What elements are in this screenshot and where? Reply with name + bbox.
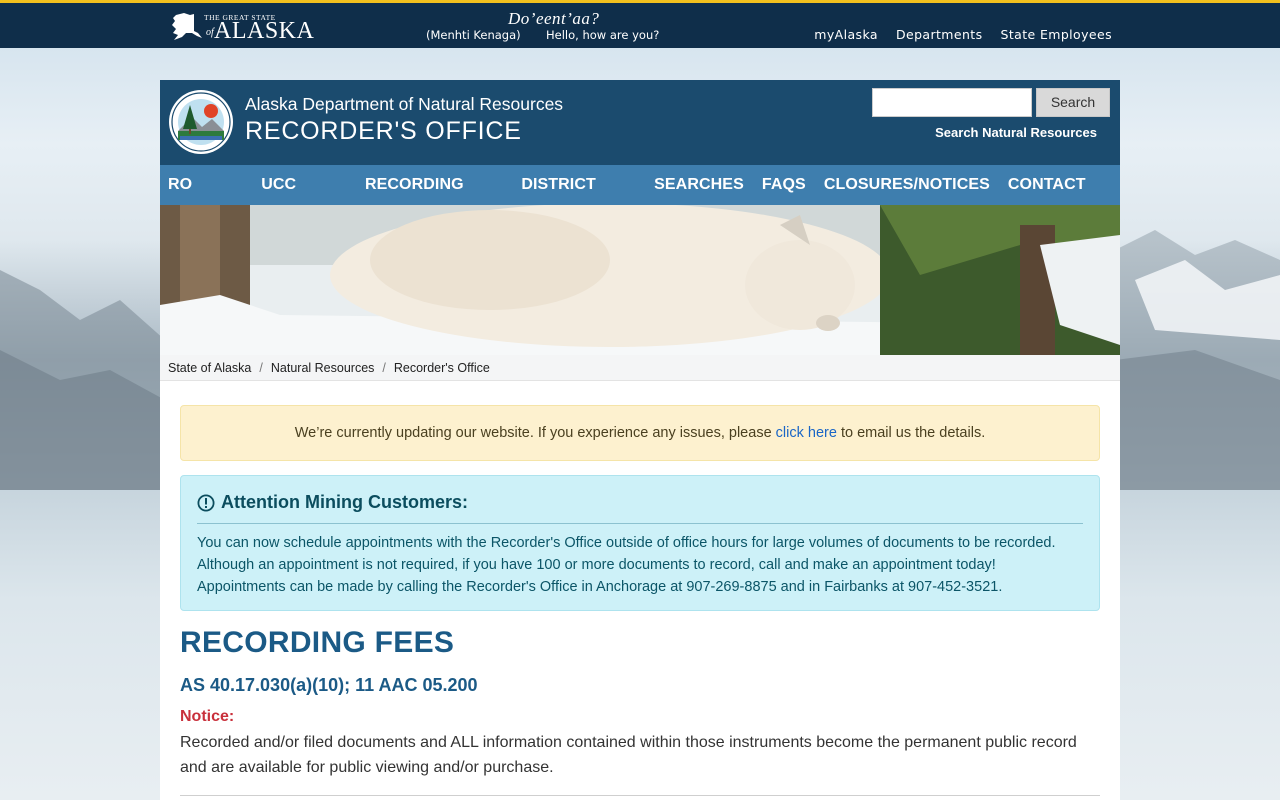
site-header: Alaska Department of Natural Resources R…	[160, 80, 1120, 165]
content-divider	[180, 795, 1100, 796]
state-top-links: myAlaska Departments State Employees	[814, 27, 1112, 42]
website-update-alert: We’re currently updating our website. If…	[180, 405, 1100, 461]
dnr-seal-icon[interactable]	[168, 89, 234, 155]
search-input[interactable]	[872, 88, 1032, 117]
greeting-language: (Menhti Kenaga)	[426, 28, 521, 42]
breadcrumb-natural-resources[interactable]: Natural Resources	[271, 361, 375, 375]
logo-of-text: of	[206, 27, 214, 38]
notice-label: Notice:	[180, 708, 235, 725]
state-top-bar: THE GREAT STATE of ALASKA Do’eent’aa? (M…	[0, 0, 1280, 48]
click-here-link[interactable]: click here	[776, 425, 837, 441]
alert-title: Attention Mining Customers:	[221, 492, 468, 512]
breadcrumb-separator: /	[259, 361, 263, 375]
office-name[interactable]: RECORDER'S OFFICE	[245, 117, 522, 146]
main-container: Alaska Department of Natural Resources R…	[160, 80, 1120, 800]
background-mountains-right	[1115, 230, 1280, 490]
link-state-employees[interactable]: State Employees	[1001, 27, 1112, 42]
greeting-english: Hello, how are you?	[546, 28, 660, 42]
alert-heading: Attention Mining Customers:	[197, 492, 1083, 513]
alert-divider	[197, 523, 1083, 524]
alert-body: You can now schedule appointments with t…	[197, 535, 1056, 595]
nav-ro-home[interactable]: RO HOME	[160, 165, 253, 233]
search-button[interactable]: Search	[1036, 88, 1110, 117]
nav-ucc-home[interactable]: UCC HOME	[253, 165, 357, 233]
breadcrumb-state[interactable]: State of Alaska	[168, 361, 251, 375]
native-greeting: Do’eent’aa? (Menhti Kenaga) Hello, how a…	[420, 7, 680, 47]
background-mountains-left	[0, 270, 165, 490]
search-scope-label: Search Natural Resources	[935, 125, 1097, 140]
main-nav: RO HOME UCC HOME RECORDING INFO DISTRICT…	[160, 165, 1120, 233]
link-departments[interactable]: Departments	[896, 27, 983, 42]
breadcrumb-recorders-office[interactable]: Recorder's Office	[394, 361, 490, 375]
greeting-native: Do’eent’aa?	[508, 9, 600, 28]
page-title: RECORDING FEES	[180, 626, 455, 659]
nav-closures-notices[interactable]: CLOSURES/NOTICES	[816, 165, 1000, 205]
department-name: Alaska Department of Natural Resources	[245, 94, 564, 114]
nav-recording-info[interactable]: RECORDING INFO	[357, 165, 513, 233]
logo-big-text: ALASKA	[214, 18, 315, 44]
nav-searches[interactable]: SEARCHES	[646, 165, 754, 205]
exclamation-circle-icon	[197, 494, 215, 511]
breadcrumb-separator: /	[382, 361, 386, 375]
state-of-alaska-logo[interactable]: THE GREAT STATE of ALASKA	[170, 9, 314, 45]
mining-customers-alert: Attention Mining Customers: You can now …	[180, 475, 1100, 611]
alaska-map-icon	[172, 13, 202, 40]
nav-district-info[interactable]: DISTRICT INFO	[513, 165, 646, 233]
alert-text-before: We’re currently updating our website. If…	[294, 425, 776, 441]
link-myalaska[interactable]: myAlaska	[814, 27, 878, 42]
nav-contact-us[interactable]: CONTACT US	[1000, 165, 1120, 233]
alert-text-after: to email us the details.	[836, 425, 986, 441]
statute-reference: AS 40.17.030(a)(10); 11 AAC 05.200	[180, 675, 478, 695]
nav-faqs[interactable]: FAQS	[754, 165, 816, 205]
hero-banner-image	[160, 205, 1120, 355]
breadcrumb: State of Alaska / Natural Resources / Record…	[160, 355, 1120, 381]
notice-text: Recorded and/or filed documents and ALL …	[180, 734, 1077, 776]
